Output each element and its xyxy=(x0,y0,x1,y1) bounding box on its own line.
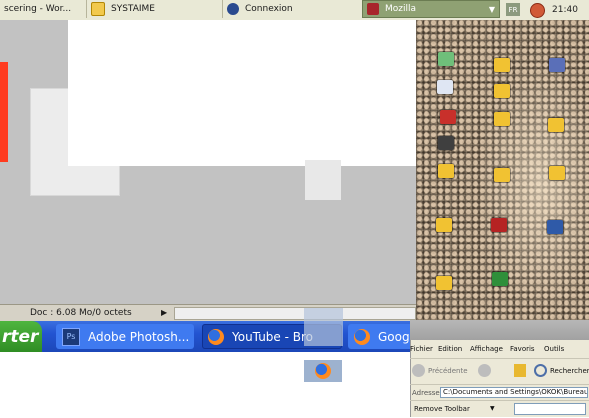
connection-icon xyxy=(227,3,239,15)
explorer-menu-bar: Fichier Edition Affichage Favoris Outils xyxy=(410,342,589,358)
explorer-title-bar[interactable] xyxy=(410,320,589,340)
desktop-folder-icon[interactable] xyxy=(494,168,510,182)
taskbar-button-label: YouTube - Bro xyxy=(232,329,313,344)
desktop-folder-icon[interactable] xyxy=(494,112,510,126)
firefox-icon xyxy=(208,328,224,345)
top-task-connexion-label: Connexion xyxy=(245,4,293,14)
photoshop-status-bar: Doc : 6.08 Mo/0 octets ▶ xyxy=(0,304,416,322)
top-task-word-label: scering - Wor... xyxy=(4,4,72,14)
toolbar-search-input[interactable] xyxy=(514,403,586,415)
system-clock: 21:40 xyxy=(552,5,578,15)
desktop-folder-icon[interactable] xyxy=(436,218,452,232)
taskbar-button-label: Goog xyxy=(378,329,410,344)
document-size-text: Doc : 6.08 Mo/0 octets xyxy=(30,308,132,318)
status-menu-arrow-icon[interactable]: ▶ xyxy=(161,308,167,317)
horizontal-scrollbar[interactable] xyxy=(174,307,416,320)
workspace-edge-stripe xyxy=(0,62,8,162)
desktop-app-icon[interactable] xyxy=(440,110,456,124)
search-icon[interactable] xyxy=(534,364,547,377)
firefox-icon xyxy=(315,363,331,379)
desktop-shortcut-icon[interactable] xyxy=(438,52,454,66)
filezilla-icon[interactable] xyxy=(491,218,507,232)
remove-toolbar-button[interactable]: Remove Toolbar xyxy=(414,405,470,413)
back-icon[interactable] xyxy=(412,364,425,377)
explorer-toolbar: Précédente Rechercher xyxy=(410,358,589,385)
desktop-app-icon[interactable] xyxy=(438,136,454,150)
forward-icon[interactable] xyxy=(478,364,491,377)
start-button[interactable]: rter xyxy=(0,321,42,352)
document-canvas[interactable] xyxy=(68,20,416,166)
address-label: Adresse xyxy=(412,389,440,397)
explorer-address-bar: Adresse C:\Documents and Settings\OKOK\B… xyxy=(410,384,589,401)
chevron-down-icon[interactable]: ▼ xyxy=(490,405,495,412)
folder-up-icon[interactable] xyxy=(514,364,526,377)
floating-panel[interactable] xyxy=(305,160,341,200)
desktop-app-icon[interactable] xyxy=(547,220,563,234)
menu-item-fichier[interactable]: Fichier xyxy=(410,345,433,353)
taskbar-button-photoshop[interactable]: Ps Adobe Photosh... xyxy=(56,324,194,349)
desktop-app-icon[interactable] xyxy=(549,58,565,72)
chevron-down-icon[interactable]: ▼ xyxy=(489,5,495,14)
desktop-folder-icon[interactable] xyxy=(548,118,564,132)
desktop-app-icon[interactable] xyxy=(492,272,508,286)
taskbar-button-google[interactable]: Goog xyxy=(348,324,416,349)
photoshop-icon: Ps xyxy=(62,327,80,346)
mozilla-icon xyxy=(367,3,379,15)
desktop-folder-icon[interactable] xyxy=(549,166,565,180)
desktop-document-icon[interactable] xyxy=(437,80,453,94)
desktop-folder-icon[interactable] xyxy=(438,164,454,178)
folder-icon xyxy=(91,2,105,16)
menu-item-affichage[interactable]: Affichage xyxy=(470,345,503,353)
drag-ghost-column xyxy=(304,308,343,346)
menu-item-edition[interactable]: Edition xyxy=(438,345,462,353)
clock-app-icon[interactable] xyxy=(530,3,545,18)
address-field[interactable]: C:\Documents and Settings\OKOK\Bureau\m xyxy=(440,387,588,398)
top-task-mozilla-label: Mozilla xyxy=(385,4,417,14)
back-button-label[interactable]: Précédente xyxy=(428,367,468,375)
desktop-folder-icon[interactable] xyxy=(494,58,510,72)
explorer-links-bar: Remove Toolbar ▼ xyxy=(410,400,589,418)
search-button-label[interactable]: Rechercher xyxy=(550,367,589,375)
top-task-systaime-label: SYSTAIME xyxy=(111,4,155,14)
desktop-folder-icon[interactable] xyxy=(436,276,452,290)
top-task-connexion[interactable]: Connexion xyxy=(222,0,362,18)
language-indicator[interactable]: FR xyxy=(506,3,520,16)
firefox-icon xyxy=(354,328,370,345)
menu-item-outils[interactable]: Outils xyxy=(544,345,564,353)
top-task-mozilla[interactable]: Mozilla ▼ xyxy=(362,0,500,18)
top-task-systaime[interactable]: SYSTAIME xyxy=(86,0,216,18)
desktop-folder-icon[interactable] xyxy=(494,84,510,98)
taskbar-button-label: Adobe Photosh... xyxy=(88,329,190,344)
dragged-firefox-tile[interactable] xyxy=(304,360,342,382)
menu-item-favoris[interactable]: Favoris xyxy=(510,345,535,353)
top-task-word[interactable]: scering - Wor... xyxy=(0,0,80,18)
